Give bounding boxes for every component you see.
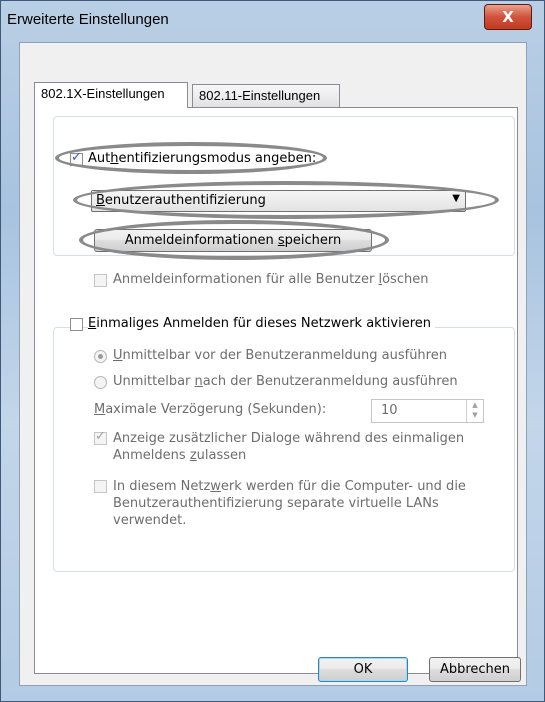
separate-vlans-checkbox[interactable]	[94, 480, 107, 493]
cancel-button[interactable]: Abbrechen	[429, 657, 521, 682]
dialog-window: Erweiterte Einstellungen X 802.1X-Einste…	[0, 0, 545, 702]
auth-mode-label: Authentifizierungsmodus angeben:	[88, 151, 317, 166]
sso-enable-checkbox[interactable]	[70, 318, 83, 331]
tab-8021x-label: 802.1X-Einstellungen	[41, 86, 165, 101]
sso-enable-label: Einmaliges Anmelden für dieses Netzwerk …	[88, 316, 436, 331]
sso-after-logon-radio[interactable]	[94, 376, 107, 389]
sso-before-logon-radio[interactable]	[94, 350, 107, 363]
show-dialogs-checkbox[interactable]: ✓	[94, 429, 107, 445]
sso-before-logon-label: Unmittelbar vor der Benutzeranmeldung au…	[113, 348, 447, 363]
delete-credentials-label: Anmeldeinformationen für alle Benutzer l…	[113, 272, 429, 287]
save-credentials-button[interactable]: Anmeldeinformationen speichern	[94, 229, 372, 252]
tab-80211[interactable]: 802.11-Einstellungen	[192, 84, 340, 108]
window-title: Erweiterte Einstellungen	[7, 11, 169, 28]
dropdown-arrow-icon: ▼	[452, 193, 460, 204]
show-dialogs-label: Anzeige zusätzlicher Dialoge während des…	[113, 431, 465, 463]
sso-after-logon-label: Unmittelbar nach der Benutzeranmeldung a…	[113, 374, 458, 389]
dialog-client-area: 802.1X-Einstellungen 802.11-Einstellunge…	[19, 42, 527, 686]
delete-credentials-checkbox[interactable]	[94, 274, 107, 287]
close-button[interactable]: X	[484, 4, 532, 30]
close-icon: X	[502, 8, 514, 26]
spinner-arrows-icon[interactable]: ▲ ▼	[466, 400, 483, 422]
check-icon: ✓	[95, 429, 106, 444]
auth-mode-checkbox[interactable]: ✓	[70, 150, 83, 166]
check-icon: ✓	[71, 150, 82, 165]
tab-panel: ✓ Authentifizierungsmodus angeben: Benut…	[34, 107, 518, 674]
separate-vlans-label: In diesem Netzwerk werden für die Comput…	[113, 479, 466, 528]
max-delay-label: Maximale Verzögerung (Sekunden):	[94, 402, 327, 417]
max-delay-value: 10	[381, 403, 398, 418]
radio-selected-dot	[98, 354, 103, 359]
max-delay-spinner[interactable]: 10 ▲ ▼	[371, 399, 484, 423]
tab-8021x[interactable]: 802.1X-Einstellungen	[34, 82, 188, 108]
tab-80211-label: 802.11-Einstellungen	[199, 88, 321, 103]
ok-button[interactable]: OK	[318, 657, 408, 682]
auth-mode-select[interactable]: Benutzerauthentifizierung ▼	[91, 190, 466, 212]
